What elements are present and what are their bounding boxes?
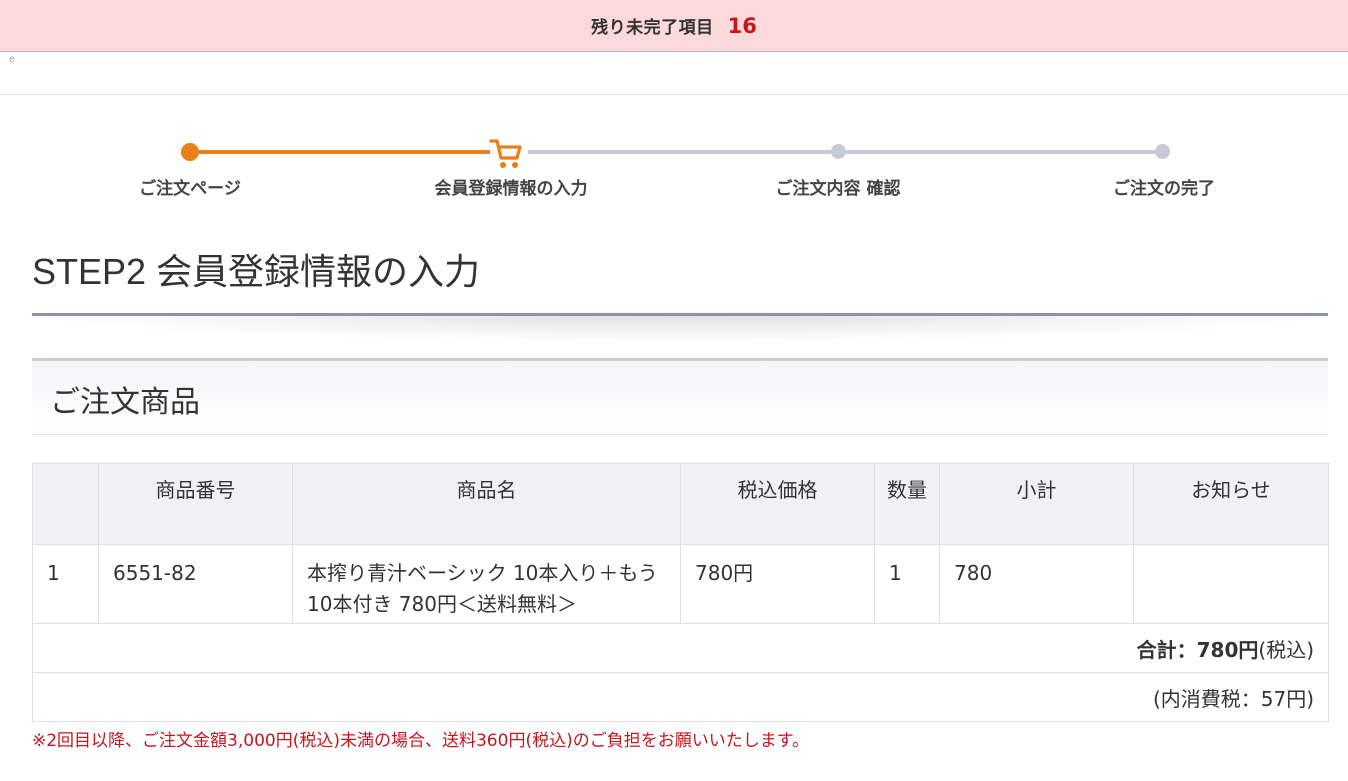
tax-row: (内消費税：57円)	[32, 672, 1329, 722]
cart-icon	[489, 139, 522, 168]
shipping-notice: ※2回目以降、ご注文金額3,000円(税込)未満の場合、送料360円(税込)のご…	[32, 731, 810, 751]
product-quantity: 1	[874, 544, 940, 624]
col-header-product-name: 商品名	[292, 463, 681, 545]
header-divider	[0, 94, 1348, 95]
step-label-order-page: ご注文ページ	[139, 179, 241, 199]
incomplete-items-label: 残り未完了項目	[591, 18, 714, 38]
product-price: 780円	[680, 544, 875, 624]
tax-note: (内消費税：57円)	[32, 672, 1329, 722]
progress-dot-step3	[831, 144, 846, 159]
title-shadow	[32, 316, 1328, 342]
step-label-complete: ご注文の完了	[1113, 179, 1215, 199]
progress-line-completed	[190, 150, 490, 154]
col-header-notice: お知らせ	[1133, 463, 1329, 545]
total-cell: 合計：780円(税込)	[32, 623, 1329, 673]
total-row: 合計：780円(税込)	[32, 623, 1329, 673]
page-title: STEP2 会員登録情報の入力	[32, 251, 481, 292]
section-title: ご注文商品	[50, 385, 200, 420]
product-subtotal: 780	[939, 544, 1134, 624]
corner-mark: e	[9, 54, 15, 65]
step-label-member-info: 会員登録情報の入力	[434, 179, 588, 199]
product-notice	[1133, 544, 1329, 624]
row-index: 1	[32, 544, 99, 624]
ordered-items-section-header: ご注文商品	[32, 358, 1328, 435]
progress-dot-step1	[181, 143, 199, 161]
total-label: 合計：	[1136, 637, 1197, 662]
progress-line-remaining	[528, 150, 1164, 154]
table-row: 1 6551-82 本搾り青汁ベーシック 10本入り＋もう10本付き 780円＜…	[32, 544, 1329, 624]
table-header-row: 商品番号 商品名 税込価格 数量 小計 お知らせ	[32, 463, 1329, 545]
product-code: 6551-82	[98, 544, 293, 624]
total-value: 780円	[1196, 637, 1259, 662]
total-suffix: (税込)	[1258, 637, 1314, 662]
product-name: 本搾り青汁ベーシック 10本入り＋もう10本付き 780円＜送料無料＞	[292, 544, 681, 624]
col-header-subtotal: 小計	[939, 463, 1134, 545]
incomplete-items-count: 16	[727, 13, 757, 38]
col-header-quantity: 数量	[874, 463, 940, 545]
col-header-price: 税込価格	[680, 463, 875, 545]
order-items-table: 商品番号 商品名 税込価格 数量 小計 お知らせ 1 6551-82 本搾り青汁…	[32, 463, 1329, 722]
incomplete-items-banner: 残り未完了項目 16	[0, 0, 1348, 52]
progress-dot-step4	[1155, 144, 1170, 159]
order-progress: ご注文ページ 会員登録情報の入力 ご注文内容 確認 ご注文の完了	[0, 130, 1348, 210]
step-label-confirm: ご注文内容 確認	[775, 179, 901, 199]
col-header-index	[32, 463, 99, 545]
col-header-product-code: 商品番号	[98, 463, 293, 545]
